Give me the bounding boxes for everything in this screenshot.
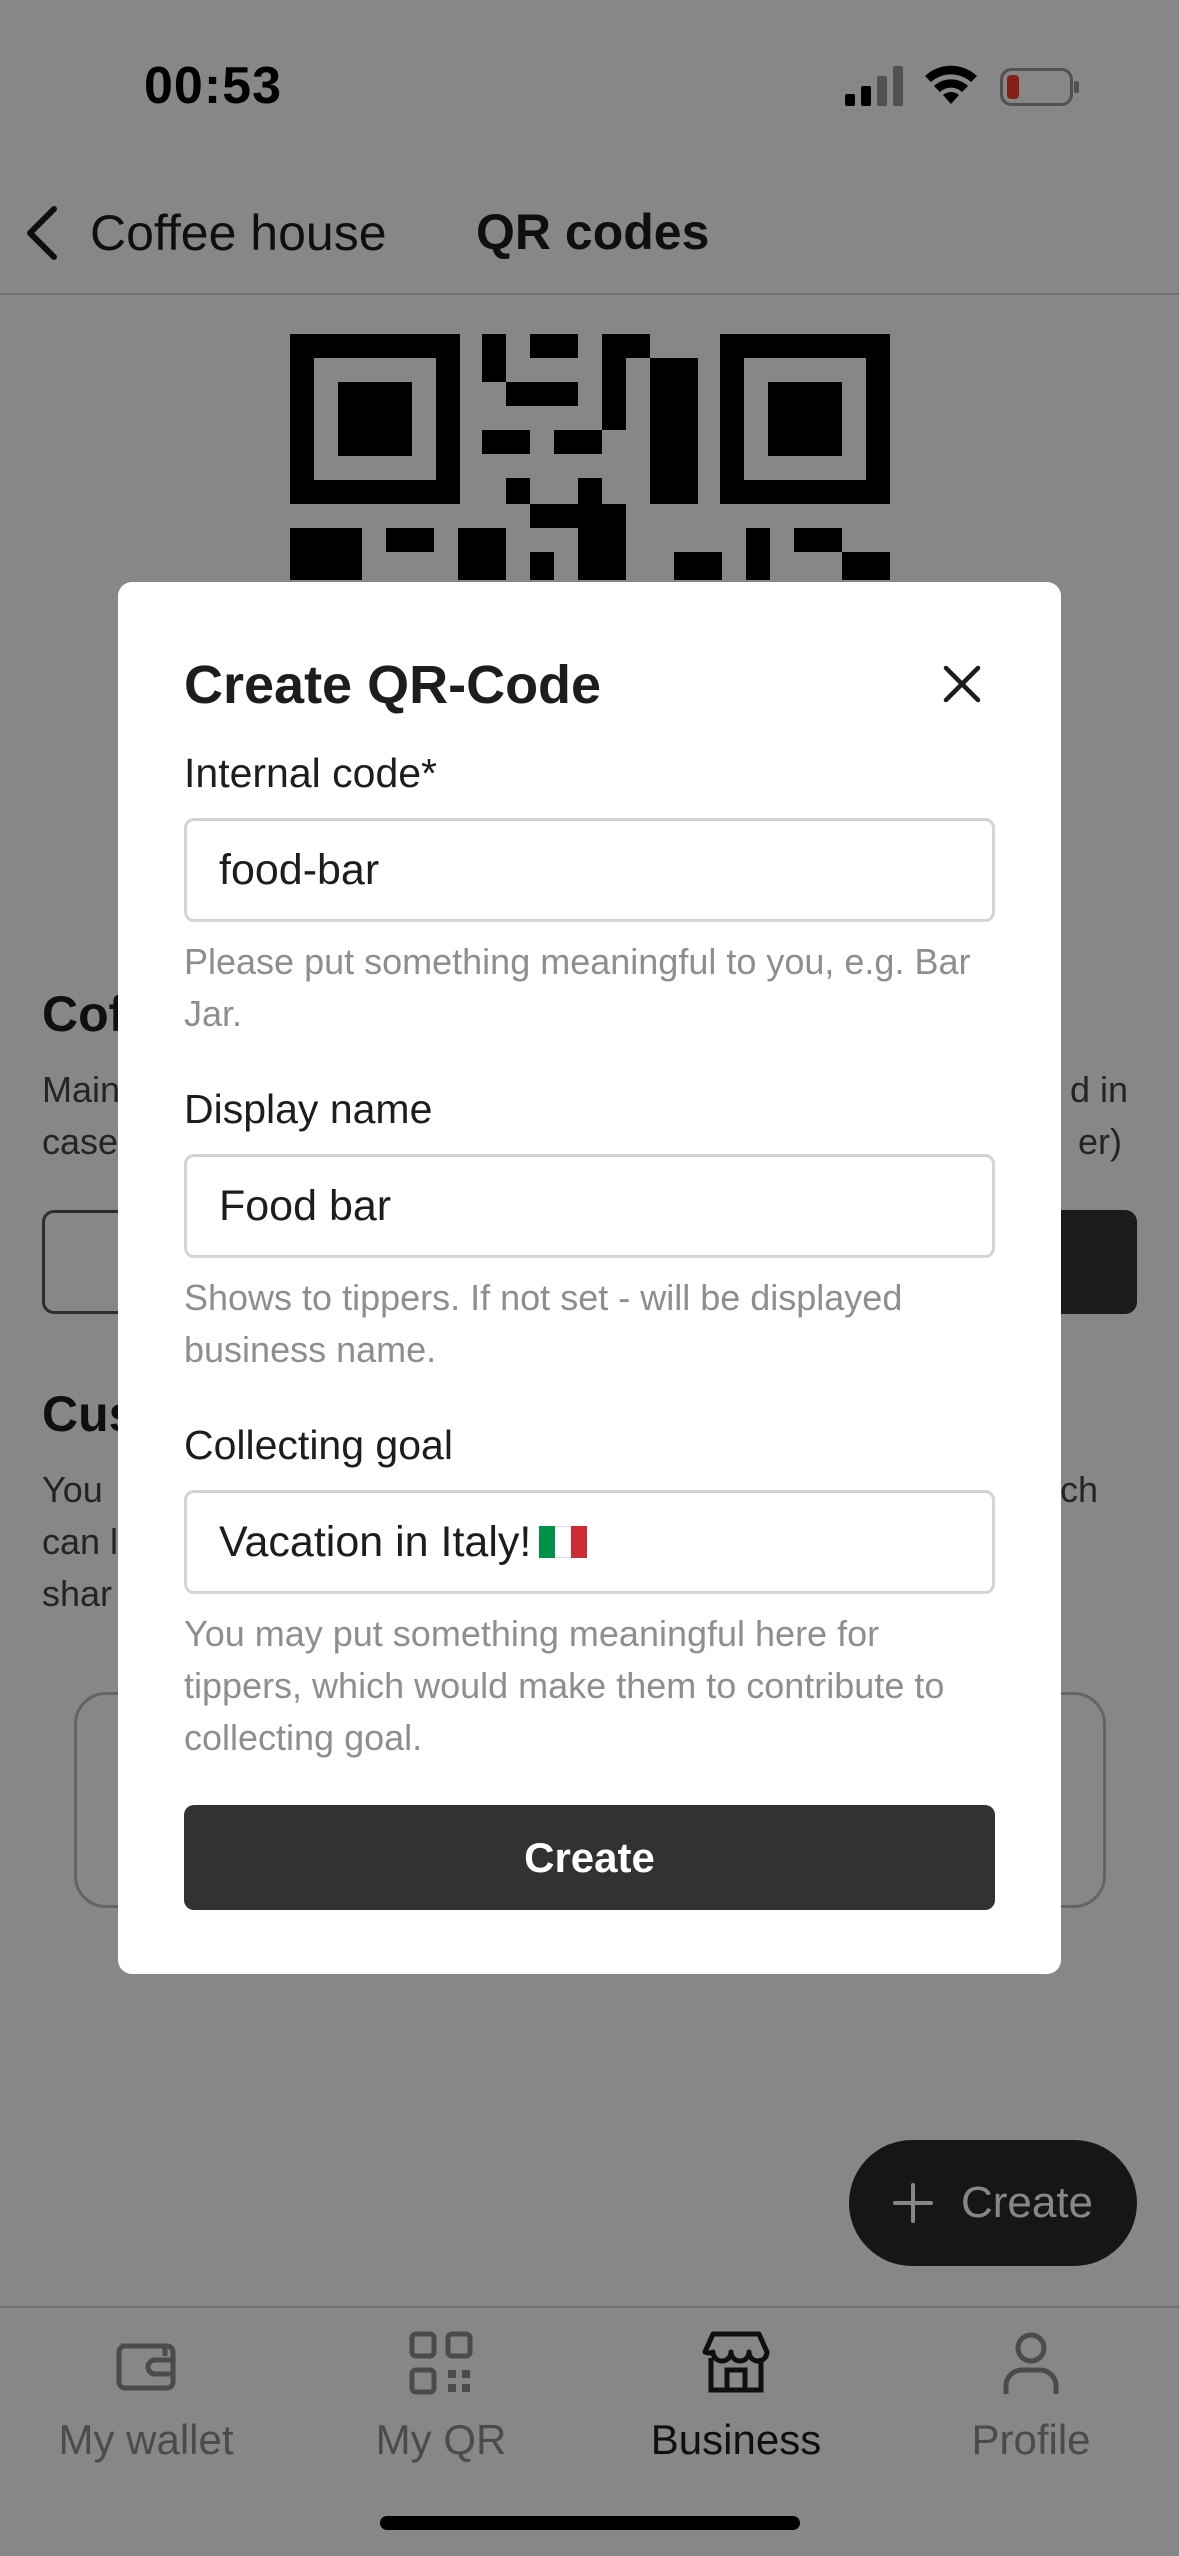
create-qr-modal: Create QR-Code Internal code* food-bar P… — [118, 582, 1061, 1974]
collecting-goal-label: Collecting goal — [184, 1422, 453, 1468]
collecting-goal-help: You may put something meaningful here fo… — [184, 1613, 945, 1758]
internal-code-input[interactable]: food-bar — [184, 818, 995, 922]
display-name-help: Shows to tippers. If not set - will be d… — [184, 1277, 903, 1370]
display-name-value: Food bar — [219, 1181, 392, 1230]
collecting-goal-value: Vacation in Italy! — [219, 1517, 532, 1566]
internal-code-help: Please put something meaningful to you, … — [184, 941, 971, 1034]
modal-title: Create QR-Code — [184, 655, 602, 715]
display-name-label: Display name — [184, 1086, 433, 1132]
collecting-goal-input[interactable]: Vacation in Italy! — [184, 1490, 995, 1594]
italy-flag-icon — [539, 1526, 588, 1558]
internal-code-value: food-bar — [219, 845, 380, 894]
internal-code-label: Internal code* — [184, 750, 438, 796]
display-name-input[interactable]: Food bar — [184, 1154, 995, 1258]
screen: 00:53 Coffee house QR codes Cof Main cas… — [0, 0, 1179, 2556]
close-icon[interactable] — [940, 662, 984, 706]
create-button[interactable]: Create — [184, 1805, 995, 1910]
